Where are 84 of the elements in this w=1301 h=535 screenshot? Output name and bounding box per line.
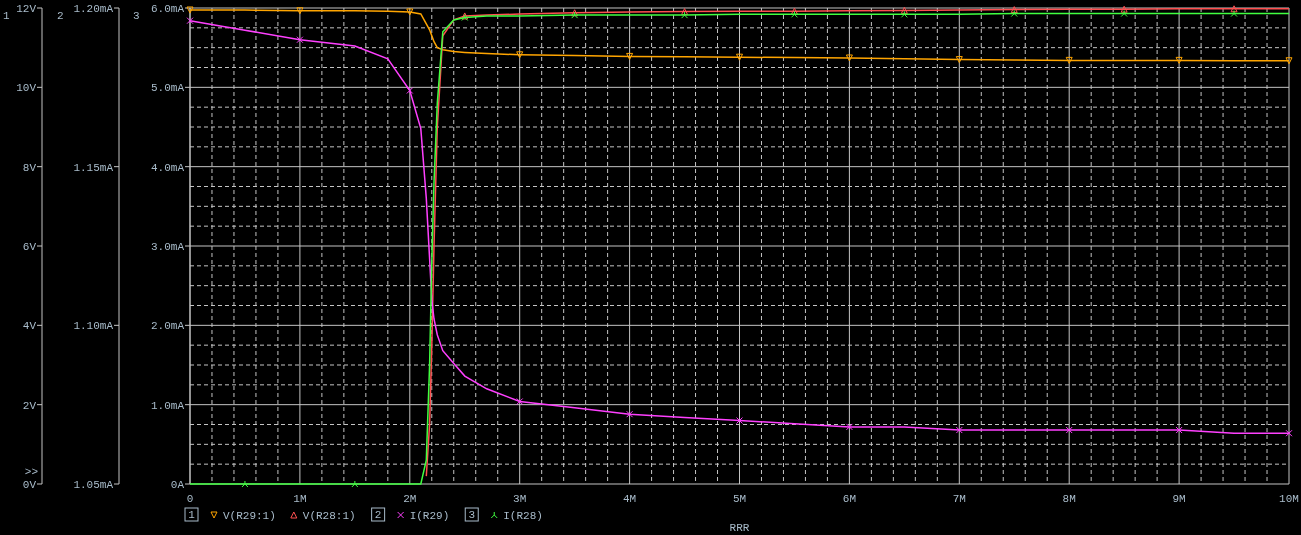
axis-tick-label: 1.10mA bbox=[73, 320, 113, 333]
axis-tick-label: 0 bbox=[186, 493, 194, 505]
up-triangle-icon bbox=[1230, 5, 1238, 13]
axis-tick-label: 4M bbox=[623, 493, 637, 505]
axis-tick-label: 1.15mA bbox=[73, 161, 113, 174]
axis-tick-label: 8V bbox=[22, 161, 36, 174]
axis-tick-label: 6M bbox=[842, 493, 856, 505]
axis-tick-label: 7M bbox=[952, 493, 966, 505]
axis-tick-label: 0A bbox=[170, 479, 184, 491]
axis-tick-label: 2M bbox=[403, 493, 417, 505]
axis-number: 3 bbox=[133, 10, 140, 22]
axis-tick-label: 2.0mA bbox=[151, 320, 184, 333]
y-shape-icon bbox=[900, 10, 908, 18]
down-triangle-icon bbox=[1175, 56, 1183, 64]
down-triangle-icon bbox=[626, 52, 634, 60]
axis-number: 3 bbox=[468, 509, 476, 521]
cross-mark-icon bbox=[397, 511, 405, 519]
down-triangle-icon bbox=[736, 53, 743, 61]
cross-mark-icon bbox=[1065, 426, 1073, 434]
up-triangle-icon bbox=[290, 511, 298, 519]
cross-mark-icon bbox=[186, 17, 194, 25]
axis-tick-label: 9M bbox=[1172, 493, 1186, 505]
axis-tick-label: 3.0mA bbox=[151, 241, 184, 253]
down-triangle-icon bbox=[1285, 57, 1293, 65]
axis-number-box bbox=[184, 507, 199, 522]
axis-tick-label: 6V bbox=[22, 241, 36, 253]
down-triangle-icon bbox=[296, 7, 304, 15]
axis-tick-label: 4.0mA bbox=[151, 161, 184, 174]
axis-tick-label: 1.20mA bbox=[73, 3, 113, 15]
legend-label: V(R28:1) bbox=[302, 510, 356, 522]
cross-mark-icon bbox=[845, 423, 853, 431]
axis-number-box bbox=[464, 507, 479, 522]
axis-number-box bbox=[371, 507, 386, 522]
y-shape-icon bbox=[790, 10, 798, 18]
y-shape-icon bbox=[241, 480, 249, 488]
cross-mark-icon bbox=[296, 36, 304, 44]
cross-mark-icon bbox=[1175, 426, 1183, 434]
axis-tick-label: 1M bbox=[293, 493, 307, 505]
y-shape-icon bbox=[681, 11, 689, 19]
up-triangle-icon bbox=[1120, 5, 1128, 13]
axis-tick-label: 1.05mA bbox=[73, 479, 113, 491]
down-triangle-icon bbox=[210, 511, 218, 519]
cross-mark-icon bbox=[1285, 429, 1293, 437]
down-triangle-icon bbox=[406, 8, 414, 16]
y-shape-icon bbox=[351, 480, 359, 488]
axis-tick-label: 2V bbox=[22, 399, 36, 412]
up-triangle-icon bbox=[900, 6, 908, 14]
cross-mark-icon bbox=[736, 417, 743, 425]
axis-tick-label: 4V bbox=[22, 320, 36, 333]
y-shape-icon bbox=[1120, 10, 1128, 18]
y-shape-icon bbox=[490, 511, 498, 519]
axis-tick-label: 10V bbox=[16, 82, 36, 95]
down-triangle-icon bbox=[845, 54, 853, 62]
up-triangle-icon bbox=[1010, 6, 1018, 14]
up-triangle-icon bbox=[790, 7, 798, 15]
axis-tick-label: 0V bbox=[22, 479, 36, 491]
legend-label: V(R29:1) bbox=[223, 510, 276, 522]
axis-tick-label: 10M bbox=[1279, 493, 1299, 505]
cross-mark-icon bbox=[406, 87, 414, 94]
axis-tick-label: 8M bbox=[1062, 493, 1076, 505]
axis-tick-label: 3M bbox=[513, 493, 527, 505]
legend-label: I(R29) bbox=[409, 510, 450, 522]
down-triangle-icon bbox=[1065, 56, 1073, 64]
x-axis-title: RRR bbox=[729, 522, 750, 534]
cross-mark-icon bbox=[516, 398, 524, 405]
y-shape-icon bbox=[1010, 10, 1018, 18]
axis-tick-label: 5.0mA bbox=[151, 82, 184, 95]
cross-mark-icon bbox=[626, 410, 634, 418]
down-triangle-icon bbox=[955, 56, 963, 64]
down-triangle-icon bbox=[186, 6, 194, 14]
axis-tick-label: 1.0mA bbox=[151, 399, 184, 412]
y-shape-icon bbox=[1230, 10, 1238, 18]
legend-label: I(R28) bbox=[503, 510, 543, 522]
axis-number: 1 bbox=[188, 509, 195, 521]
down-triangle-icon bbox=[516, 51, 524, 59]
axis-number: 2 bbox=[57, 10, 64, 22]
up-triangle-icon bbox=[681, 8, 689, 16]
cross-mark-icon bbox=[955, 426, 963, 434]
axis-tick-label: 12V bbox=[16, 3, 36, 15]
axis-number: 1 bbox=[3, 10, 10, 22]
axis-tick-label: 6.0mA bbox=[151, 3, 184, 15]
axis-number: 2 bbox=[374, 509, 382, 521]
more-indicator: >> bbox=[24, 466, 38, 478]
axis-tick-label: 5M bbox=[732, 493, 747, 505]
